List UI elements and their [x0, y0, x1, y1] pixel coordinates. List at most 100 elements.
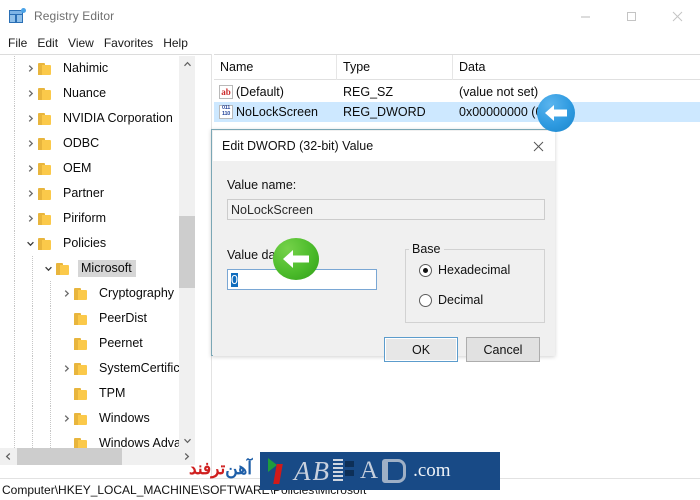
radio-decimal-label: Decimal — [438, 293, 483, 307]
tree-item-piriform[interactable]: Piriform — [0, 206, 195, 231]
tree-horizontal-scrollbar[interactable] — [0, 448, 195, 465]
radio-hexadecimal[interactable]: Hexadecimal — [419, 263, 510, 277]
menu-bar: File Edit View Favorites Help — [0, 32, 700, 54]
value-name-input[interactable]: NoLockScreen — [227, 199, 545, 220]
chevron-down-icon[interactable] — [22, 231, 38, 256]
minimize-button[interactable] — [562, 0, 608, 32]
folder-icon — [38, 87, 55, 101]
folder-icon — [38, 62, 55, 76]
menu-file[interactable]: File — [3, 35, 32, 51]
chevron-right-icon[interactable] — [58, 356, 74, 381]
tree-item-odbc[interactable]: ODBC — [0, 131, 195, 156]
radio-hexadecimal-indicator — [419, 264, 432, 277]
watermark-letter-a: A — [294, 456, 311, 487]
chevron-right-icon[interactable] — [22, 181, 38, 206]
tree-item-windows-adva[interactable]: Windows Adva — [0, 431, 195, 449]
chevron-right-icon[interactable] — [22, 56, 38, 81]
tree-item-nahimic[interactable]: Nahimic — [0, 56, 195, 81]
chevron-right-icon[interactable] — [22, 81, 38, 106]
watermark-banner: A B A .com — [260, 452, 500, 490]
table-row[interactable]: 011 110 NoLockScreen REG_DWORD 0x0000000… — [214, 102, 700, 122]
column-header-name[interactable]: Name — [214, 55, 337, 80]
tree-guide-line — [14, 156, 15, 181]
column-header-data[interactable]: Data — [453, 55, 700, 80]
chevron-right-icon[interactable] — [22, 131, 38, 156]
tree-item-peernet[interactable]: Peernet — [0, 331, 195, 356]
tree-item-label: NVIDIA Corporation — [60, 110, 177, 127]
tree-item-microsoft[interactable]: Microsoft — [0, 256, 195, 281]
chevron-right-icon[interactable] — [22, 106, 38, 131]
menu-help[interactable]: Help — [158, 35, 193, 51]
tree-item-partner[interactable]: Partner — [0, 181, 195, 206]
menu-favorites[interactable]: Favorites — [99, 35, 158, 51]
folder-icon — [74, 337, 91, 351]
base-group-label: Base — [409, 242, 444, 256]
flag-icon — [266, 456, 292, 486]
tree-item-label: Windows Adva — [96, 435, 185, 449]
table-row[interactable]: ab (Default) REG_SZ (value not set) — [214, 82, 700, 102]
value-type: REG_SZ — [337, 85, 453, 99]
tree-item-label: ODBC — [60, 135, 103, 152]
tree-scroll-up-button[interactable] — [179, 56, 195, 73]
dialog-close-icon[interactable] — [521, 131, 555, 161]
registry-tree: NahimicNuance NVIDIA Corporation ODBC OEMPa… — [0, 56, 195, 449]
tree-item-oem[interactable]: OEM — [0, 156, 195, 181]
radio-decimal[interactable]: Decimal — [419, 293, 483, 307]
menu-edit[interactable]: Edit — [32, 35, 63, 51]
tree-vertical-scrollbar[interactable] — [179, 56, 195, 449]
tree-horizontal-scroll-thumb[interactable] — [17, 448, 122, 465]
window-controls — [562, 0, 700, 32]
chevron-right-icon[interactable] — [58, 406, 74, 431]
value-type: REG_DWORD — [337, 105, 453, 119]
dword-value-icon-text: 011 110 — [220, 106, 232, 118]
tree-scroll-left-button[interactable] — [0, 448, 17, 465]
watermark-letter-a2: A — [360, 457, 378, 485]
registry-editor-window: Registry Editor File Edit View Favorites… — [0, 0, 700, 500]
tree-item-cryptography[interactable]: Cryptography — [0, 281, 195, 306]
tree-guide-line — [14, 431, 15, 449]
chevron-right-icon[interactable] — [22, 156, 38, 181]
cancel-button[interactable]: Cancel — [466, 337, 540, 362]
ok-button[interactable]: OK — [384, 337, 458, 362]
tree-guide-line — [50, 381, 51, 406]
green-left-arrow-annotation-icon — [273, 238, 319, 280]
tree-item-tpm[interactable]: TPM — [0, 381, 195, 406]
watermark-arabic-blue: آهن — [225, 459, 252, 479]
chevron-down-icon[interactable] — [40, 256, 56, 281]
tree-item-systemcertifica[interactable]: SystemCertifica — [0, 356, 195, 381]
close-button[interactable] — [654, 0, 700, 32]
menu-view[interactable]: View — [63, 35, 99, 51]
maximize-button[interactable] — [608, 0, 654, 32]
tree-scroll-down-button[interactable] — [179, 432, 195, 449]
tree-guide-line — [14, 131, 15, 156]
base-group-box — [405, 249, 545, 323]
tree-guide-line — [32, 331, 33, 356]
value-data: (value not set) — [453, 85, 700, 99]
tree-item-label: TPM — [96, 385, 129, 402]
tree-item-nvidia-corporation[interactable]: NVIDIA Corporation — [0, 106, 195, 131]
tree-item-nuance[interactable]: Nuance — [0, 81, 195, 106]
tree-item-windows[interactable]: Windows — [0, 406, 195, 431]
value-name-label: Value name: — [227, 178, 296, 192]
tree-item-peerdist[interactable]: PeerDist — [0, 306, 195, 331]
tree-guide-line — [32, 381, 33, 406]
tree-vertical-scroll-thumb[interactable] — [179, 216, 195, 288]
tree-guide-line — [32, 281, 33, 306]
dialog-title: Edit DWORD (32-bit) Value — [222, 139, 373, 153]
tree-guide-line — [32, 306, 33, 331]
tree-item-policies[interactable]: Policies — [0, 231, 195, 256]
chevron-right-icon[interactable] — [22, 206, 38, 231]
chevron-right-icon[interactable] — [58, 281, 74, 306]
tree-guide-line — [14, 306, 15, 331]
values-column-header: Name Type Data — [214, 55, 700, 80]
tree-guide-line — [14, 81, 15, 106]
tree-guide-line — [50, 306, 51, 331]
column-header-type[interactable]: Type — [337, 55, 453, 80]
device-frame-icon — [382, 459, 406, 483]
tree-guide-line — [14, 181, 15, 206]
tree-item-label: Windows — [96, 410, 154, 427]
watermark-arabic-text: آهن ترفند — [189, 454, 267, 484]
dword-icon-bits-bottom: 110 — [222, 112, 230, 118]
tree-item-label: Policies — [60, 235, 110, 252]
edit-dword-dialog: Edit DWORD (32-bit) Value Value name: No… — [211, 129, 555, 356]
